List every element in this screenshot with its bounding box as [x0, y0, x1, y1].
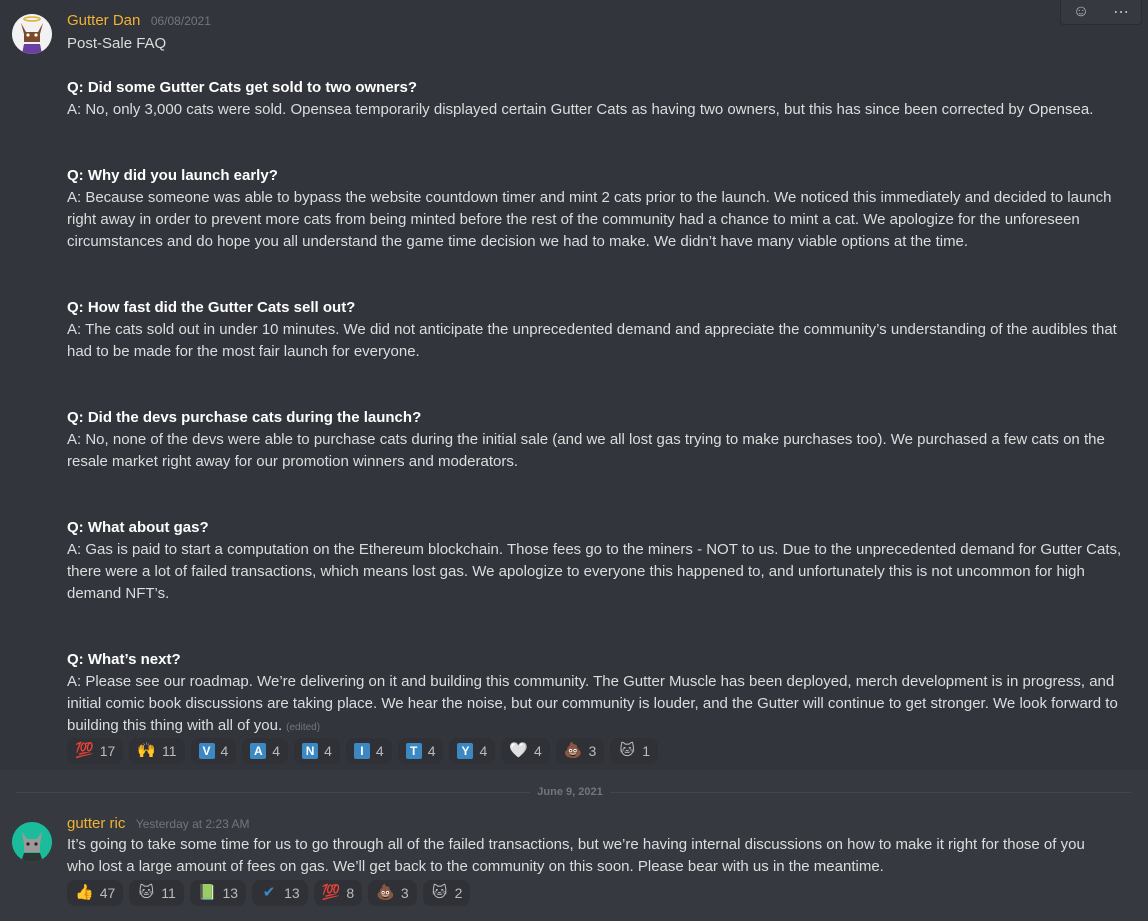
reaction-count: 3 [588, 743, 597, 759]
faq-answer: A: The cats sold out in under 10 minutes… [67, 321, 1117, 360]
timestamp: Yesterday at 2:23 AM [135, 817, 250, 831]
faq-item: Q: Did the devs purchase cats during the… [67, 407, 1127, 473]
verified-check-icon: ✔ [262, 884, 276, 901]
message-toolbar: ☺ ⋯ [1060, 0, 1142, 25]
reaction-count: 4 [533, 743, 542, 759]
faq-question: Q: Did some Gutter Cats get sold to two … [67, 79, 418, 96]
reaction-count: 4 [375, 743, 384, 759]
date-divider-label: June 9, 2021 [530, 786, 610, 798]
author-name[interactable]: gutter ric [67, 815, 125, 832]
faq-question: Q: What about gas? [67, 519, 209, 536]
reaction-letter-v[interactable]: V4 [190, 738, 237, 764]
reaction-letter-a[interactable]: A4 [242, 738, 289, 764]
reaction-raised-hands[interactable]: 🙌 11 [129, 738, 185, 764]
author-name[interactable]: Gutter Dan [67, 12, 140, 29]
message-title: Post-Sale FAQ [67, 35, 167, 52]
reaction-verified[interactable]: ✔ 13 [252, 880, 308, 906]
faq-answer: A: Please see our roadmap. We’re deliver… [67, 673, 1118, 734]
book-icon: 📗 [197, 884, 217, 901]
reaction-cat-custom[interactable]: 🐱 11 [129, 880, 184, 906]
faq-answer: A: Gas is paid to start a computation on… [67, 541, 1122, 602]
white-heart-icon: 🤍 [509, 742, 528, 759]
reaction-count: 2 [454, 885, 463, 901]
poop-icon: 💩 [376, 884, 395, 901]
faq-item: Q: How fast did the Gutter Cats sell out… [67, 297, 1127, 363]
faq-question: Q: Why did you launch early? [67, 167, 278, 184]
reaction-count: 4 [220, 743, 229, 759]
reaction-gutter-cat[interactable]: 🐱 2 [422, 880, 471, 906]
message-content: It’s going to take some time for us to g… [67, 836, 1085, 875]
reaction-count: 11 [161, 743, 177, 759]
faq-answer: A: No, none of the devs were able to pur… [67, 431, 1105, 470]
faq-answer: A: No, only 3,000 cats were sold. Opense… [67, 101, 1094, 118]
add-reaction-icon[interactable]: ☺ [1073, 3, 1089, 21]
reaction-count: 3 [400, 885, 409, 901]
gutter-cat-icon: 🐱 [431, 884, 448, 901]
message-content: Post-Sale FAQ Q: Did some Gutter Cats ge… [67, 33, 1127, 739]
reaction-thumbs-up[interactable]: 👍 47 [67, 880, 124, 906]
letter-n-icon: N [302, 743, 319, 759]
letter-t-icon: T [405, 743, 422, 759]
gutter-cat-icon: 🐱 [619, 742, 636, 759]
faq-answer: A: Because someone was able to bypass th… [67, 189, 1112, 250]
faq-item: Q: Why did you launch early? A: Because … [67, 165, 1127, 253]
faq-question: Q: What’s next? [67, 651, 181, 668]
poop-icon: 💩 [563, 742, 583, 759]
message-header: gutter ric Yesterday at 2:23 AM [67, 815, 249, 833]
cat-custom-icon: 🐱 [138, 884, 155, 901]
avatar[interactable] [12, 14, 52, 54]
reaction-100[interactable]: 💯 17 [67, 738, 124, 764]
reaction-letter-i[interactable]: I4 [345, 738, 392, 764]
faq-question: Q: How fast did the Gutter Cats sell out… [67, 299, 356, 316]
reaction-count: 47 [99, 885, 116, 901]
reaction-count: 11 [161, 885, 176, 901]
reaction-gutter-cat[interactable]: 🐱 1 [610, 738, 659, 764]
edited-label: (edited) [286, 722, 321, 733]
hundred-points-icon: 💯 [75, 742, 94, 759]
reaction-letter-y[interactable]: Y4 [449, 738, 496, 764]
reaction-count: 1 [642, 743, 651, 759]
faq-item: Q: What’s next? A: Please see our roadma… [67, 649, 1127, 739]
reaction-100[interactable]: 💯 8 [313, 880, 363, 906]
letter-y-icon: Y [457, 743, 474, 759]
timestamp: 06/08/2021 [150, 14, 211, 28]
reaction-count: 13 [222, 885, 239, 901]
reaction-letter-t[interactable]: T4 [397, 738, 444, 764]
reaction-poop[interactable]: 💩 3 [368, 880, 417, 906]
avatar[interactable] [12, 822, 52, 862]
reaction-book[interactable]: 📗 13 [189, 880, 247, 906]
reaction-count: 13 [284, 885, 300, 901]
faq-item: Q: What about gas? A: Gas is paid to sta… [67, 517, 1127, 605]
reaction-count: 4 [427, 743, 436, 759]
letter-v-icon: V [198, 743, 215, 759]
reaction-letter-n[interactable]: N4 [294, 738, 340, 764]
reaction-poop[interactable]: 💩 3 [555, 738, 605, 764]
raised-hands-icon: 🙌 [137, 742, 156, 759]
reaction-bar: 💯 17 🙌 11 V4 A4 N4 I4 T4 Y4 🤍 4 💩 3 🐱 1 [67, 738, 659, 764]
reaction-bar: 👍 47 🐱 11 📗 13 ✔ 13 💯 8 💩 3 🐱 2 [67, 880, 471, 906]
reaction-count: 4 [272, 743, 281, 759]
message-gutter-dan: Gutter Dan 06/08/2021 Post-Sale FAQ Q: D… [0, 0, 1148, 770]
reaction-count: 4 [479, 743, 488, 759]
reaction-white-heart[interactable]: 🤍 4 [501, 738, 550, 764]
reaction-count: 17 [99, 743, 116, 759]
hundred-points-icon: 💯 [321, 884, 341, 901]
thumbs-up-icon: 👍 [75, 884, 94, 901]
message-header: Gutter Dan 06/08/2021 [67, 12, 211, 30]
faq-item: Q: Did some Gutter Cats get sold to two … [67, 77, 1127, 121]
faq-question: Q: Did the devs purchase cats during the… [67, 409, 422, 426]
reaction-count: 8 [346, 885, 355, 901]
reaction-count: 4 [324, 743, 332, 759]
letter-a-icon: A [250, 743, 267, 759]
letter-i-icon: I [353, 743, 370, 759]
more-options-icon[interactable]: ⋯ [1113, 2, 1129, 22]
